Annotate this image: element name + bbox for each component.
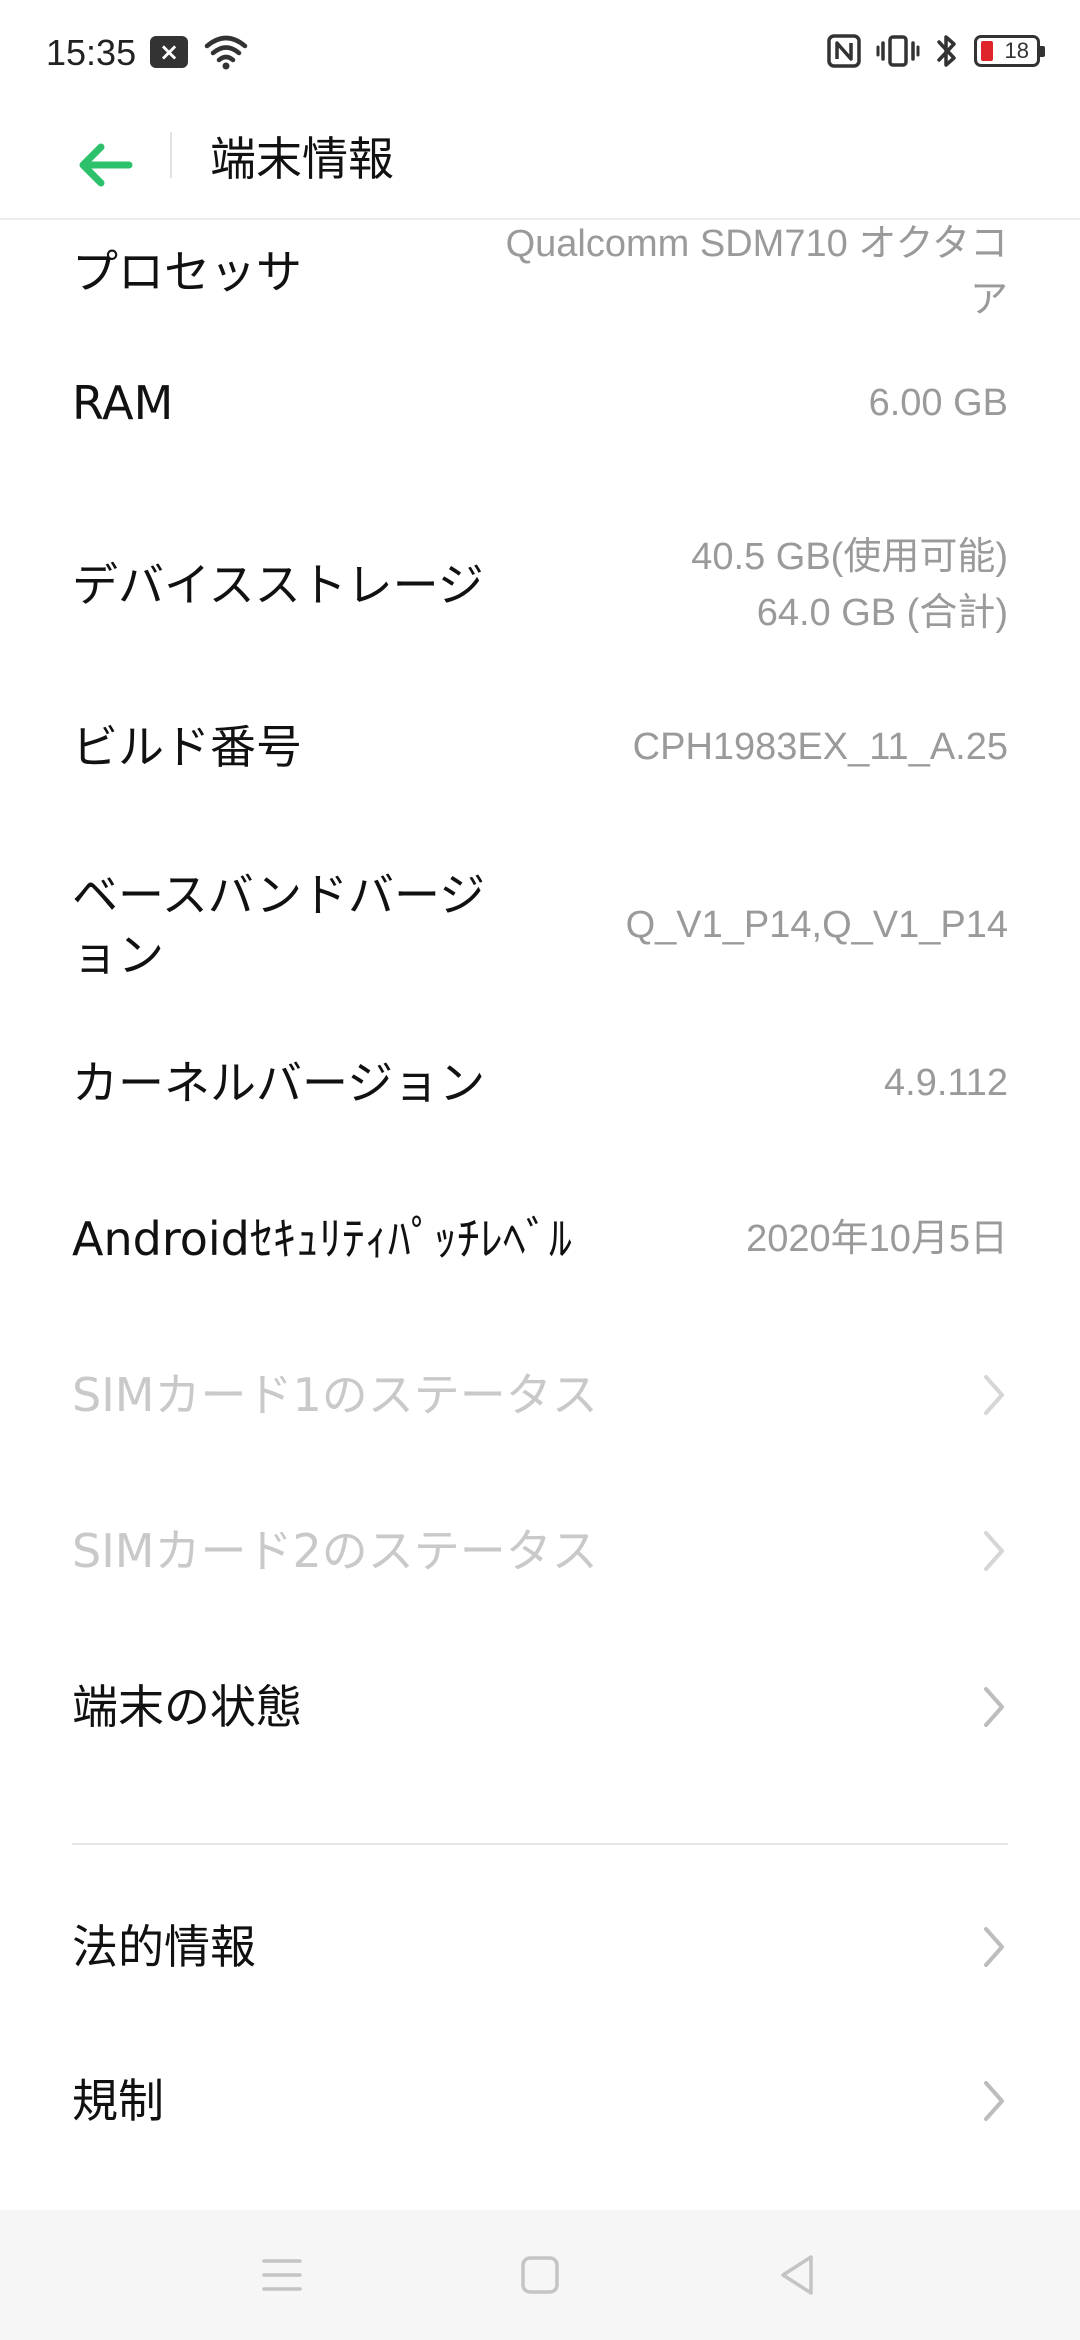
battery-level: 18: [1004, 38, 1029, 63]
status-left-icons: ×: [150, 34, 248, 70]
status-bar: 15:35 × 18: [0, 0, 1080, 110]
row-value: 4.9.112: [884, 1062, 1008, 1104]
row-label: 規制: [72, 2074, 164, 2128]
row-value: 40.5 GB(使用可能) 64.0 GB (合計): [691, 529, 1008, 641]
header-divider: [170, 132, 172, 178]
row-value-line: ア: [969, 279, 1008, 321]
row-value-line: 40.5 GB(使用可能): [691, 536, 1008, 578]
menu-icon: [262, 2259, 302, 2291]
settings-list[interactable]: プロセッサ Qualcomm SDM710 オクタコ ア RAM 6.00 GB…: [0, 220, 1080, 2210]
row-label: Androidｾｷｭﾘﾃｨﾊﾟｯﾁﾚﾍﾞﾙ: [72, 1212, 572, 1266]
status-right-icons: 18: [826, 32, 1045, 70]
chevron-right-icon: [984, 1531, 1004, 1571]
app-header: 端末情報: [0, 110, 1080, 220]
row-label: プロセッサ: [72, 245, 302, 299]
chevron-right-icon: [984, 1927, 1004, 1967]
battery-fill: [981, 41, 993, 61]
back-triangle-icon: [781, 2255, 813, 2295]
back-arrow-icon: [79, 143, 133, 187]
notification-close-icon: ×: [150, 36, 188, 68]
nfc-icon: [827, 34, 861, 68]
row-sim1-status: SIMカード1のステータス: [72, 1340, 1008, 1450]
row-value: CPH1983EX_11_A.25: [632, 726, 1008, 768]
recent-apps-button[interactable]: [247, 2240, 317, 2310]
section-divider: [72, 1843, 1008, 1845]
row-label: SIMカード1のステータス: [72, 1368, 598, 1422]
chevron-right-icon: [984, 1687, 1004, 1727]
row-label: ベースバンドバージ ョン: [72, 865, 485, 985]
row-value: Qualcomm SDM710 オクタコ ア: [506, 220, 1008, 328]
bluetooth-icon: [937, 35, 956, 67]
navigation-bar: [0, 2210, 1080, 2340]
row-value: Q_V1_P14,Q_V1_P14: [625, 904, 1008, 946]
system-back-button[interactable]: [762, 2240, 832, 2310]
row-value-line: Qualcomm SDM710 オクタコ: [505, 223, 1008, 265]
row-kernel-version: カーネルバージョン 4.9.112: [72, 1028, 1008, 1138]
row-legal-info[interactable]: 法的情報: [72, 1892, 1008, 2002]
status-time: 15:35: [46, 32, 137, 73]
back-button[interactable]: [70, 130, 140, 200]
row-processor: プロセッサ Qualcomm SDM710 オクタコ ア: [72, 220, 1008, 352]
vibrate-icon: [876, 35, 920, 67]
row-build-number[interactable]: ビルド番号 CPH1983EX_11_A.25: [72, 692, 1008, 802]
row-value-line: 64.0 GB (合計): [756, 592, 1008, 634]
home-button[interactable]: [505, 2240, 575, 2310]
wifi-icon: [204, 35, 248, 70]
chevron-right-icon: [984, 2081, 1004, 2121]
row-device-status[interactable]: 端末の状態: [72, 1652, 1008, 1762]
home-icon: [521, 2256, 559, 2294]
row-label: ビルド番号: [72, 720, 302, 774]
row-ram: RAM 6.00 GB: [72, 348, 1008, 458]
row-value: 6.00 GB: [868, 382, 1008, 424]
row-regulatory[interactable]: 規制: [72, 2046, 1008, 2156]
row-label-line: ョン: [72, 928, 164, 982]
chevron-right-icon: [984, 1375, 1004, 1415]
row-sim2-status: SIMカード2のステータス: [72, 1496, 1008, 1606]
row-label: SIMカード2のステータス: [72, 1524, 598, 1578]
row-label: デバイスストレージ: [72, 558, 484, 612]
row-value: 2020年10月5日: [746, 1218, 1008, 1260]
row-label: 法的情報: [72, 1920, 256, 1974]
row-label: カーネルバージョン: [72, 1056, 486, 1110]
page-title: 端末情報: [210, 132, 394, 186]
row-device-storage: デバイスストレージ 40.5 GB(使用可能) 64.0 GB (合計): [72, 510, 1008, 660]
battery-icon: 18: [974, 35, 1045, 67]
row-baseband-version: ベースバンドバージ ョン Q_V1_P14,Q_V1_P14: [72, 850, 1008, 1000]
row-security-patch-level: Androidｾｷｭﾘﾃｨﾊﾟｯﾁﾚﾍﾞﾙ 2020年10月5日: [72, 1184, 1008, 1294]
row-label: 端末の状態: [72, 1680, 302, 1734]
row-label: RAM: [72, 376, 174, 430]
row-label-line: ベースバンドバージ: [72, 868, 486, 922]
